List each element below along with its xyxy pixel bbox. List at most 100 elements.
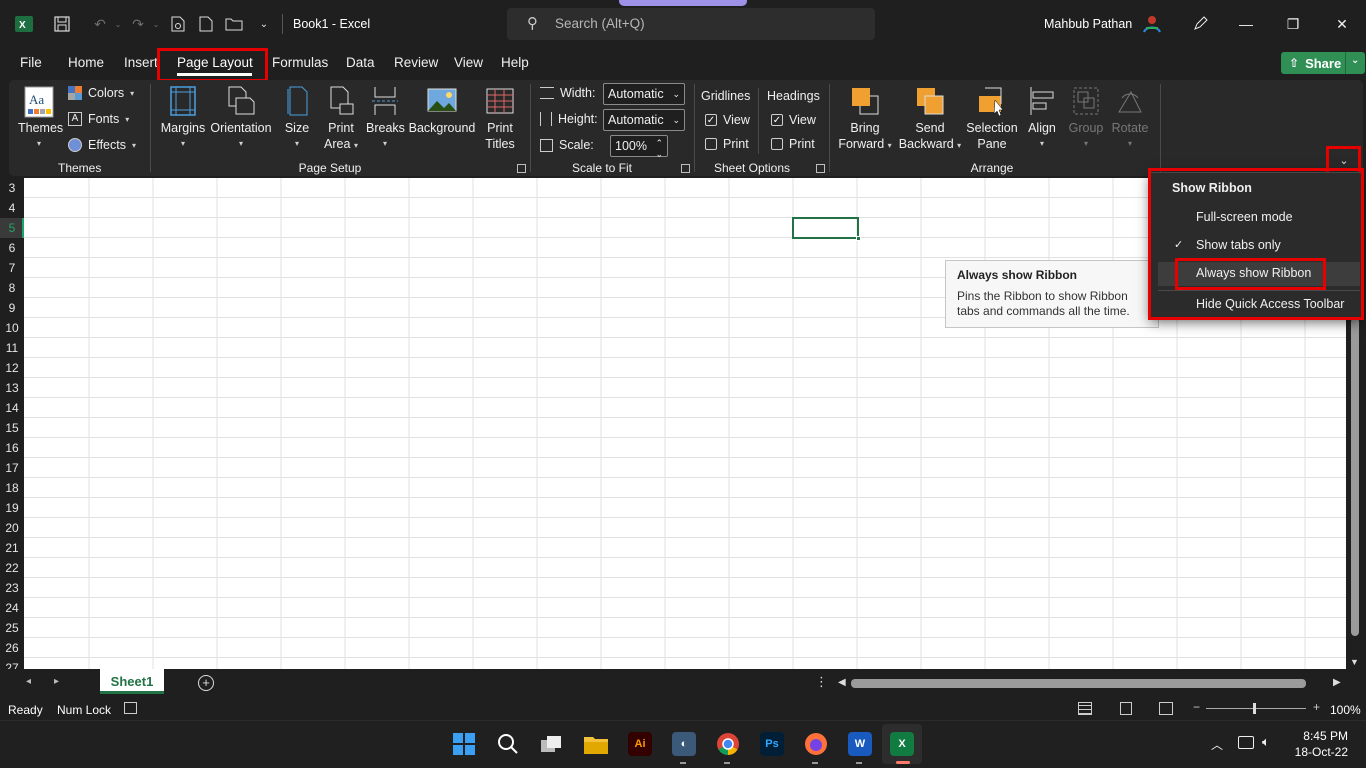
sheet-options-launcher-icon[interactable] bbox=[816, 164, 825, 173]
sheet-tab-sheet1[interactable]: Sheet1 bbox=[100, 669, 164, 694]
page-layout-view-icon[interactable] bbox=[1120, 702, 1132, 715]
scroll-left-icon[interactable]: ◀ bbox=[838, 677, 846, 688]
headings-print-checkbox[interactable]: Print bbox=[771, 137, 815, 151]
illustrator-icon[interactable]: Ai bbox=[628, 732, 652, 756]
normal-view-icon[interactable] bbox=[1078, 702, 1092, 715]
clock-time[interactable]: 8:45 PM bbox=[1296, 729, 1348, 743]
excel-taskbar-icon[interactable]: X bbox=[890, 732, 914, 756]
minimize-icon[interactable]: ― bbox=[1234, 12, 1258, 36]
chrome-icon[interactable] bbox=[716, 732, 740, 756]
row-header[interactable]: 17 bbox=[0, 461, 24, 475]
next-sheet-icon[interactable]: ▸ bbox=[54, 676, 59, 687]
accessibility-icon[interactable] bbox=[124, 702, 137, 714]
row-header[interactable]: 11 bbox=[0, 341, 24, 355]
rotate-button[interactable]: Rotate ▾ bbox=[1110, 86, 1150, 152]
more-options-icon[interactable]: ⋮ bbox=[815, 674, 828, 690]
photoshop-icon[interactable]: Ps bbox=[760, 732, 784, 756]
active-cell[interactable] bbox=[792, 217, 861, 241]
tab-home[interactable]: Home bbox=[68, 55, 104, 70]
avatar[interactable] bbox=[1140, 12, 1164, 36]
breaks-button[interactable]: Breaks ▾ bbox=[366, 86, 405, 152]
row-header[interactable]: 15 bbox=[0, 421, 24, 435]
vertical-scroll-thumb[interactable] bbox=[1351, 318, 1359, 636]
row-header[interactable]: 7 bbox=[0, 261, 24, 275]
share-button[interactable]: ⇧ Share ⌄ bbox=[1281, 52, 1365, 74]
selection-pane-button[interactable]: Selection Pane bbox=[966, 86, 1018, 152]
row-header[interactable]: 19 bbox=[0, 501, 24, 515]
row-header[interactable]: 6 bbox=[0, 241, 24, 255]
size-button[interactable]: Size ▾ bbox=[282, 86, 312, 152]
zoom-slider[interactable] bbox=[1206, 708, 1306, 709]
speaker-icon[interactable]: 🔈︎ bbox=[1262, 734, 1270, 750]
tab-view[interactable]: View bbox=[454, 55, 483, 70]
tab-data[interactable]: Data bbox=[346, 55, 375, 70]
row-header[interactable]: 10 bbox=[0, 321, 24, 335]
row-header[interactable]: 21 bbox=[0, 541, 24, 555]
redo-icon[interactable]: ↷ bbox=[128, 14, 148, 34]
row-header[interactable]: 5 bbox=[0, 221, 24, 235]
themes-button[interactable]: Aa Themes ▾ bbox=[18, 86, 63, 152]
scroll-down-icon[interactable]: ▼ bbox=[1350, 657, 1359, 667]
user-name[interactable]: Mahbub Pathan bbox=[1044, 17, 1132, 31]
bring-forward-button[interactable]: Bring Forward ▾ bbox=[836, 86, 894, 154]
print-area-button[interactable]: Print Area ▾ bbox=[320, 86, 362, 154]
row-header[interactable]: 26 bbox=[0, 641, 24, 655]
tab-formulas[interactable]: Formulas bbox=[272, 55, 328, 70]
task-view-icon[interactable] bbox=[540, 732, 564, 756]
clock-date[interactable]: 18-Oct-22 bbox=[1292, 745, 1348, 759]
word-icon[interactable]: W bbox=[848, 732, 872, 756]
zoom-in-icon[interactable]: + bbox=[1313, 700, 1320, 714]
windows-start-icon[interactable] bbox=[452, 732, 476, 756]
send-backward-button[interactable]: Send Backward ▾ bbox=[898, 86, 962, 154]
row-header[interactable]: 9 bbox=[0, 301, 24, 315]
row-header[interactable]: 8 bbox=[0, 281, 24, 295]
file-explorer-icon[interactable] bbox=[584, 732, 608, 756]
print-preview-icon[interactable] bbox=[168, 14, 188, 34]
undo-icon[interactable]: ↶ bbox=[90, 14, 110, 34]
page-break-view-icon[interactable] bbox=[1159, 702, 1173, 715]
close-icon[interactable]: ✕ bbox=[1330, 12, 1354, 36]
new-file-icon[interactable] bbox=[196, 14, 216, 34]
row-header[interactable]: 20 bbox=[0, 521, 24, 535]
row-header[interactable]: 18 bbox=[0, 481, 24, 495]
restore-icon[interactable]: ❐ bbox=[1281, 12, 1305, 36]
fonts-button[interactable]: A Fonts ▾ bbox=[68, 112, 129, 126]
customize-toolbar-icon[interactable]: ⌄ bbox=[254, 14, 274, 34]
zoom-level[interactable]: 100% bbox=[1330, 703, 1361, 717]
group-button[interactable]: Group ▾ bbox=[1066, 86, 1106, 152]
row-header[interactable]: 12 bbox=[0, 361, 24, 375]
row-header[interactable]: 22 bbox=[0, 561, 24, 575]
scale-to-fit-launcher-icon[interactable] bbox=[681, 164, 690, 173]
row-header[interactable]: 14 bbox=[0, 401, 24, 415]
tab-insert[interactable]: Insert bbox=[124, 55, 158, 70]
margins-button[interactable]: Margins ▾ bbox=[160, 86, 206, 152]
tab-file[interactable]: File bbox=[20, 55, 42, 70]
tab-review[interactable]: Review bbox=[394, 55, 438, 70]
search-input[interactable]: ⚲ Search (Alt+Q) bbox=[507, 8, 875, 40]
row-header[interactable]: 25 bbox=[0, 621, 24, 635]
app-icon[interactable]: ◐ bbox=[672, 732, 696, 756]
add-sheet-icon[interactable]: + bbox=[198, 675, 214, 691]
effects-button[interactable]: Effects ▾ bbox=[68, 138, 136, 152]
display-icon[interactable] bbox=[1238, 736, 1254, 749]
horizontal-scroll-thumb[interactable] bbox=[851, 679, 1306, 688]
background-button[interactable]: Background bbox=[408, 86, 476, 136]
open-folder-icon[interactable] bbox=[224, 14, 244, 34]
zoom-slider-thumb[interactable] bbox=[1253, 703, 1256, 714]
undo-dropdown-icon[interactable]: ⌄ bbox=[108, 14, 128, 34]
colors-button[interactable]: Colors ▾ bbox=[68, 86, 134, 100]
prev-sheet-icon[interactable]: ◂ bbox=[26, 676, 31, 687]
align-button[interactable]: Align ▾ bbox=[1024, 86, 1060, 152]
scroll-right-icon[interactable]: ▶ bbox=[1333, 677, 1341, 688]
gridlines-print-checkbox[interactable]: Print bbox=[705, 137, 749, 151]
spin-down-icon[interactable]: ⌄ bbox=[655, 144, 663, 164]
height-select[interactable]: Automatic ⌄ bbox=[603, 109, 685, 131]
width-select[interactable]: Automatic ⌄ bbox=[603, 83, 685, 105]
row-header[interactable]: 13 bbox=[0, 381, 24, 395]
share-dropdown-icon[interactable]: ⌄ bbox=[1351, 55, 1359, 66]
pen-icon[interactable] bbox=[1188, 12, 1212, 36]
tab-help[interactable]: Help bbox=[501, 55, 529, 70]
worksheet-grid[interactable] bbox=[0, 178, 1346, 669]
zoom-out-icon[interactable]: − bbox=[1193, 700, 1200, 714]
taskbar-search-icon[interactable] bbox=[496, 732, 520, 756]
